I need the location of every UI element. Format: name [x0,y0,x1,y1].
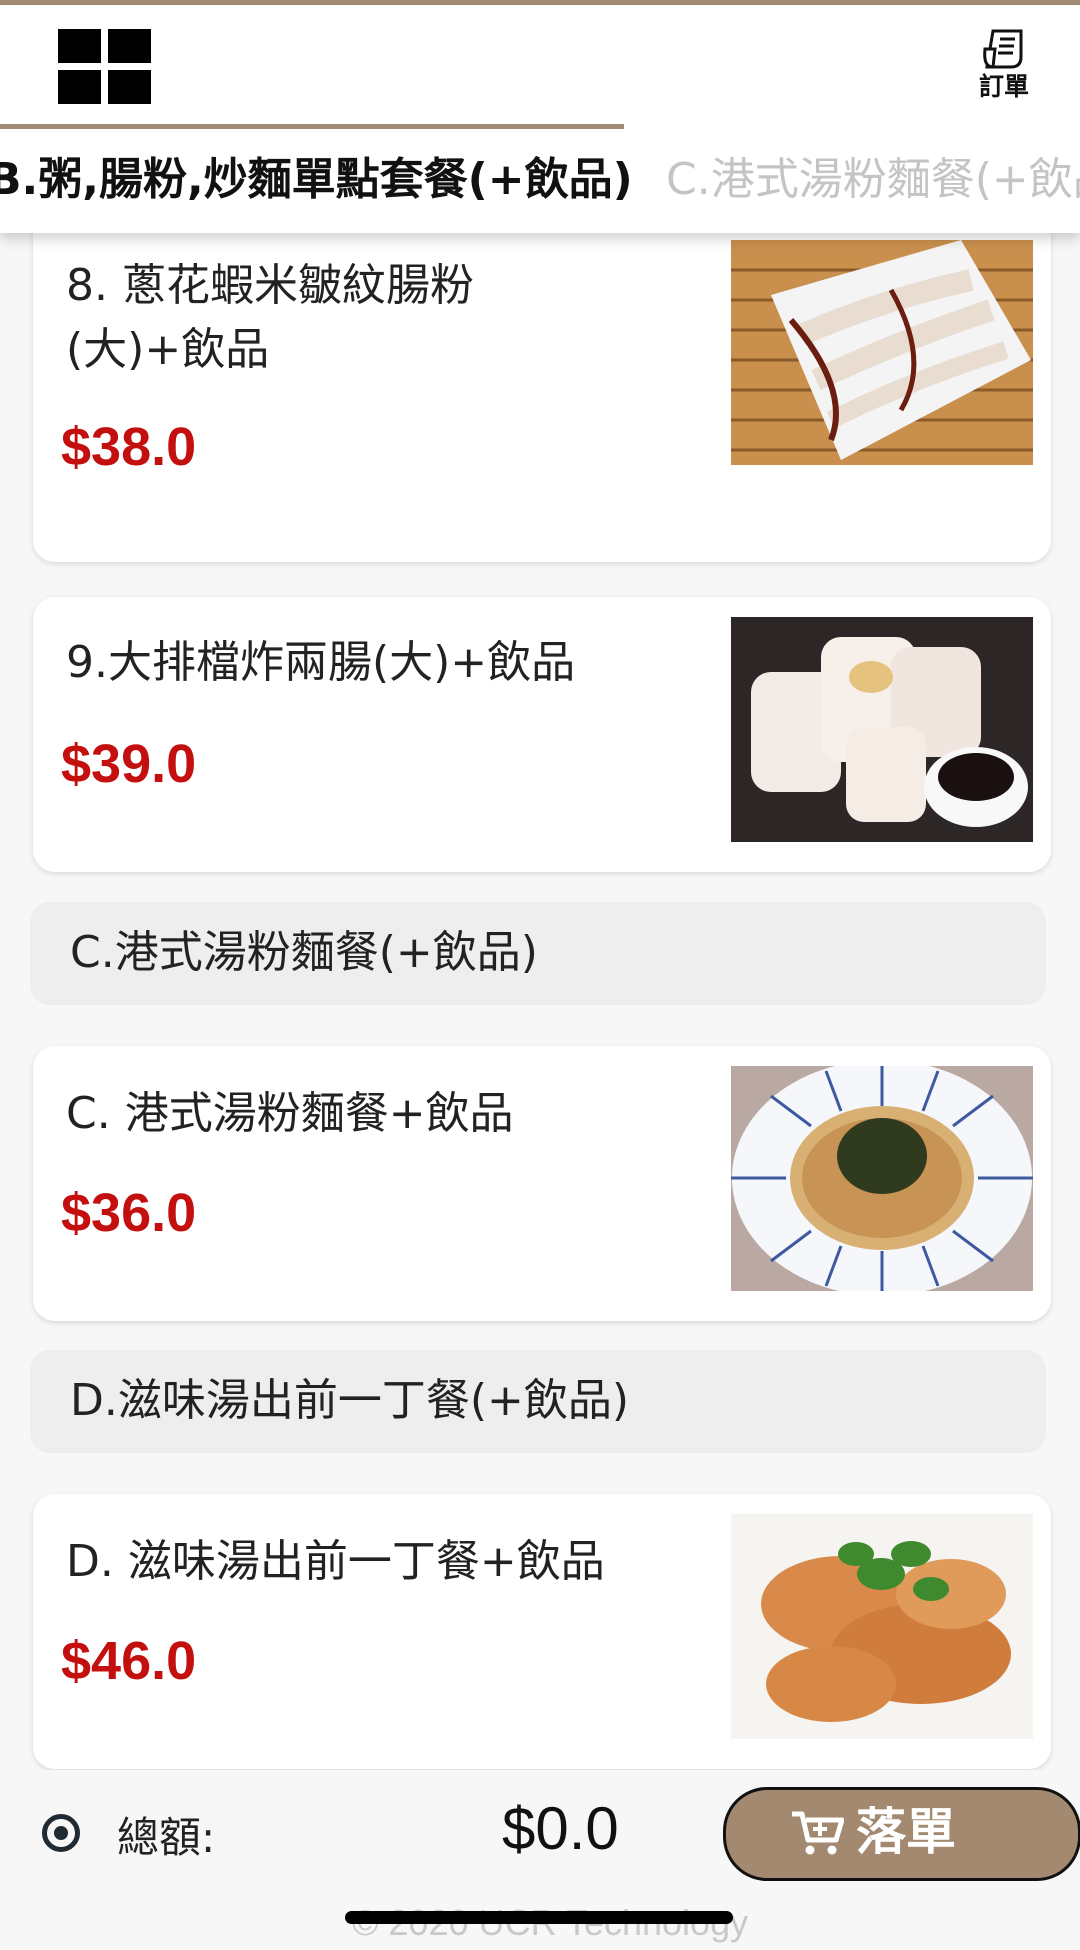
cart-icon [792,1811,844,1855]
item-name: 8. 蔥花蝦米皺紋腸粉(大)+飲品 [66,260,474,375]
item-name: C. 港式湯粉麵餐+飲品 [66,1088,514,1139]
order-footer: 總額: $0.0 落單 © 2020 UCR Technology [0,1770,1080,1950]
category-section-header: D.滋味湯出前一丁餐(+飲品) [30,1350,1046,1453]
menu-item-card[interactable]: C. 港式湯粉麵餐+飲品 $36.0 [33,1046,1051,1321]
order-button[interactable]: 訂單 [972,27,1036,113]
header: 訂單 B.粥,腸粉,炒麵單點套餐(+飲品) C.港式湯粉麵餐(+飲品) [0,5,1080,233]
item-photo [731,1066,1033,1291]
place-order-label: 落單 [856,1803,956,1861]
item-price: $38.0 [61,417,197,477]
item-price: $46.0 [61,1631,197,1691]
active-tab-indicator [0,124,624,129]
item-name: D. 滋味湯出前一丁餐+飲品 [66,1536,605,1587]
item-photo [731,240,1033,465]
tab-hk-noodle-soup[interactable]: C.港式湯粉麵餐(+飲品) [666,153,1080,207]
radio-icon[interactable] [42,1814,80,1852]
tab-congee-rice-roll[interactable]: B.粥,腸粉,炒麵單點套餐(+飲品) [0,153,633,207]
total-amount: $0.0 [502,1795,619,1862]
home-indicator[interactable] [345,1911,733,1924]
item-price: $39.0 [61,734,197,794]
item-price: $36.0 [61,1183,197,1243]
item-photo [731,1514,1033,1739]
category-section-header: C.港式湯粉麵餐(+飲品) [30,902,1046,1005]
menu-item-card[interactable]: D. 滋味湯出前一丁餐+飲品 $46.0 [33,1494,1051,1769]
receipt-icon [983,29,1023,69]
order-label: 訂單 [978,72,1029,101]
section-title: D.滋味湯出前一丁餐(+飲品) [70,1375,630,1426]
menu-item-card[interactable]: 9.大排檔炸兩腸(大)+飲品 $39.0 [33,597,1051,872]
menu-item-card[interactable]: 8. 蔥花蝦米皺紋腸粉(大)+飲品 $38.0 [33,210,1051,562]
item-photo [731,617,1033,842]
item-name: 9.大排檔炸兩腸(大)+飲品 [66,637,576,688]
section-title: C.港式湯粉麵餐(+飲品) [70,927,538,978]
total-label: 總額: [117,1813,216,1862]
category-grid-icon[interactable] [58,29,151,104]
place-order-button[interactable]: 落單 [723,1787,1080,1881]
